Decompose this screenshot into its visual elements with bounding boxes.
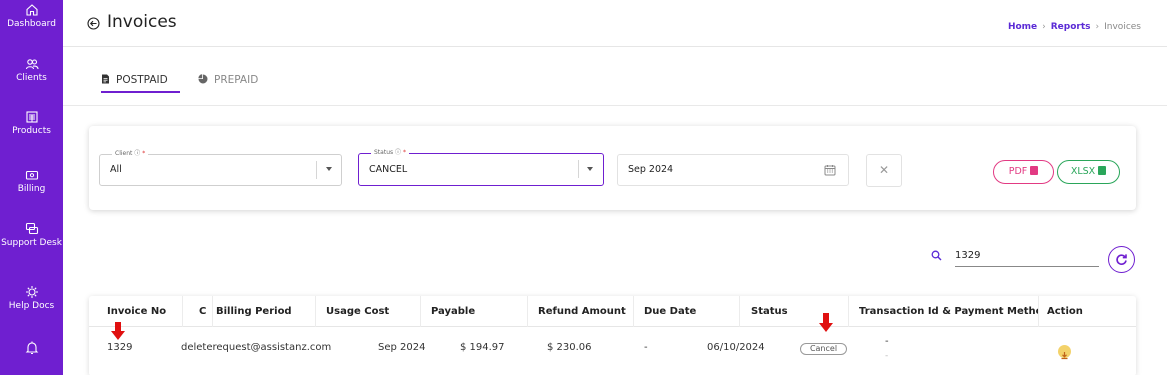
breadcrumb-home[interactable]: Home [1008, 22, 1037, 32]
select-divider [578, 160, 579, 178]
home-icon [25, 4, 38, 16]
status-value: CANCEL [369, 164, 408, 175]
sidebar-item-label: Products [12, 126, 51, 136]
status-select[interactable]: Status ⓘ * CANCEL [358, 149, 604, 186]
export-xlsx-button[interactable]: XLSX [1057, 160, 1120, 184]
info-icon: ⓘ [134, 150, 141, 157]
cell-transaction: - [885, 336, 889, 347]
refresh-button[interactable] [1108, 246, 1135, 273]
cell-client: deleterequest@assistanz.com [181, 342, 332, 353]
client-value: All [110, 164, 122, 175]
sidebar-item-label: Dashboard [7, 19, 56, 29]
export-pdf-button[interactable]: PDF [993, 160, 1054, 184]
tab-bar: POSTPAID PREPAID [63, 47, 1167, 106]
search-input[interactable] [955, 245, 1099, 267]
annotation-arrow-icon [819, 313, 833, 332]
annotation-arrow-icon [111, 322, 125, 340]
cell-refund: - [644, 342, 648, 353]
active-tab-indicator [101, 91, 180, 93]
calendar-icon[interactable] [824, 164, 836, 176]
pie-chart-icon [198, 74, 208, 84]
cell-payable: $ 230.06 [547, 342, 592, 353]
col-billing-period[interactable]: Billing Period [206, 296, 316, 327]
download-button[interactable] [1058, 345, 1071, 360]
xlsx-label: XLSX [1070, 166, 1096, 177]
filter-panel: Client ⓘ * All Status ⓘ * CANCEL Sep 202… [89, 126, 1136, 210]
col-action[interactable]: Action [1037, 296, 1127, 327]
status-label: Status ⓘ * [371, 149, 409, 157]
col-invoice-no[interactable]: Invoice No [97, 296, 183, 327]
cell-usage-cost: $ 194.97 [460, 342, 505, 353]
download-icon [1061, 352, 1068, 360]
tab-label: POSTPAID [116, 74, 168, 86]
breadcrumb-reports[interactable]: Reports [1051, 22, 1091, 32]
support-icon [25, 222, 38, 235]
bell-icon [25, 341, 38, 355]
select-divider [316, 161, 317, 179]
page-title: Invoices [107, 12, 177, 32]
refresh-icon [1116, 254, 1127, 265]
info-icon: ⓘ [395, 149, 402, 156]
invoice-table: Invoice No C Billing Period Usage Cost P… [89, 296, 1136, 375]
sidebar-item-label: Help Docs [8, 301, 55, 311]
sidebar-item-billing[interactable]: Billing [0, 168, 63, 195]
sidebar-item-label: Clients [16, 73, 47, 83]
col-refund-amount[interactable]: Refund Amount [528, 296, 634, 327]
sidebar-item-label: Billing [17, 184, 46, 194]
cell-billing-period: Sep 2024 [378, 342, 426, 353]
sidebar-item-label: Support Desk [1, 238, 62, 248]
chevron-down-icon[interactable] [326, 167, 332, 171]
cell-due-date: 06/10/2024 [707, 342, 765, 353]
sidebar-item-clients[interactable]: Clients [0, 57, 63, 84]
cell-payment-method: - [885, 351, 889, 361]
sidebar: Dashboard Clients Products Billing Suppo… [0, 0, 63, 375]
search-icon [931, 250, 942, 261]
breadcrumb: Home › Reports › Invoices [1008, 22, 1141, 32]
billing-icon [25, 170, 38, 180]
page-header: Invoices Home › Reports › Invoices [63, 0, 1167, 47]
col-transaction[interactable]: Transaction Id & Payment Method [849, 296, 1039, 327]
sidebar-item-products[interactable]: Products [0, 110, 63, 137]
table-header: Invoice No C Billing Period Usage Cost P… [89, 296, 1136, 327]
client-select[interactable]: Client ⓘ * All [99, 150, 342, 186]
back-arrow-icon[interactable] [87, 17, 100, 30]
document-icon [102, 74, 109, 84]
sidebar-item-help-docs[interactable]: Help Docs [0, 285, 63, 312]
col-usage-cost[interactable]: Usage Cost [316, 296, 421, 327]
pdf-label: PDF [1008, 166, 1028, 177]
breadcrumb-current: Invoices [1104, 22, 1141, 32]
breadcrumb-separator: › [1095, 22, 1100, 32]
breadcrumb-separator: › [1042, 22, 1046, 32]
products-icon [25, 111, 38, 123]
tab-prepaid[interactable]: PREPAID [198, 74, 258, 86]
sidebar-item-support-desk[interactable]: Support Desk [0, 222, 63, 249]
client-label: Client ⓘ * [112, 150, 149, 158]
cell-invoice-no[interactable]: 1329 [107, 342, 132, 353]
col-due-date[interactable]: Due Date [634, 296, 740, 327]
col-payable[interactable]: Payable [421, 296, 528, 327]
help-icon [25, 286, 38, 298]
status-badge: Cancel [800, 343, 847, 355]
tab-label: PREPAID [214, 74, 259, 86]
clear-filter-button[interactable]: ✕ [866, 154, 902, 187]
excel-file-icon [1098, 166, 1107, 175]
pdf-file-icon [1030, 166, 1039, 175]
tab-postpaid[interactable]: POSTPAID [101, 74, 168, 86]
users-icon [25, 59, 39, 70]
sidebar-item-dashboard[interactable]: Dashboard [0, 3, 63, 30]
period-value: Sep 2024 [628, 164, 674, 175]
chevron-down-icon[interactable] [587, 167, 593, 171]
billing-period-picker[interactable]: Sep 2024 [617, 154, 849, 186]
sidebar-item-notifications[interactable] [0, 340, 63, 356]
